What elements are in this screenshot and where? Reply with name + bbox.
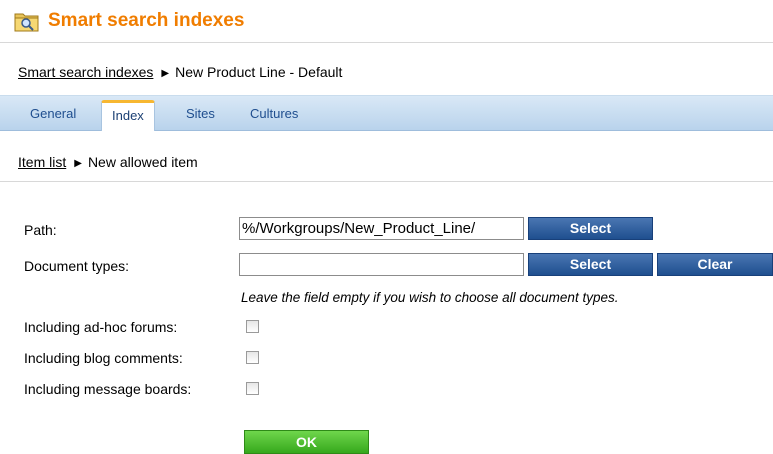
folder-search-icon [14, 13, 39, 32]
tab-bar: General Index Sites Cultures [0, 95, 773, 131]
path-select-button[interactable]: Select [528, 217, 653, 240]
document-types-input[interactable] [239, 253, 524, 276]
tab-general[interactable]: General [30, 106, 76, 121]
page-header: Smart search indexes [0, 0, 773, 42]
message-boards-label: Including message boards: [24, 381, 192, 397]
page-title: Smart search indexes [48, 10, 245, 31]
divider [0, 42, 773, 43]
blog-comments-label: Including blog comments: [24, 350, 183, 366]
tab-index[interactable]: Index [101, 100, 155, 131]
breadcrumb-link-item-list[interactable]: Item list [18, 154, 66, 170]
path-label: Path: [24, 222, 57, 238]
divider [0, 181, 773, 182]
tab-sites[interactable]: Sites [186, 106, 215, 121]
document-types-select-button[interactable]: Select [528, 253, 653, 276]
document-types-clear-button[interactable]: Clear [657, 253, 773, 276]
tab-cultures[interactable]: Cultures [250, 106, 298, 121]
breadcrumb-link-smart-search-indexes[interactable]: Smart search indexes [18, 64, 153, 80]
breadcrumb: Smart search indexes ▶ New Product Line - … [18, 64, 342, 80]
adhoc-forums-checkbox[interactable] [246, 320, 259, 333]
breadcrumb-arrow-icon: ▶ [74, 158, 82, 169]
document-types-label: Document types: [24, 258, 130, 274]
breadcrumb-current: New Product Line - Default [175, 64, 343, 80]
adhoc-forums-label: Including ad-hoc forums: [24, 319, 178, 335]
path-input[interactable]: /Workgroups/New_Product_Line/% [239, 217, 524, 240]
ok-button[interactable]: OK [244, 430, 369, 454]
breadcrumb-arrow-icon: ▶ [161, 68, 170, 79]
message-boards-checkbox[interactable] [246, 382, 259, 395]
breadcrumb-current: New allowed item [87, 154, 198, 170]
document-types-hint: Leave the field empty if you wish to cho… [241, 290, 619, 305]
blog-comments-checkbox[interactable] [246, 351, 259, 364]
sub-breadcrumb: Item list ▶ New allowed item [18, 154, 198, 170]
